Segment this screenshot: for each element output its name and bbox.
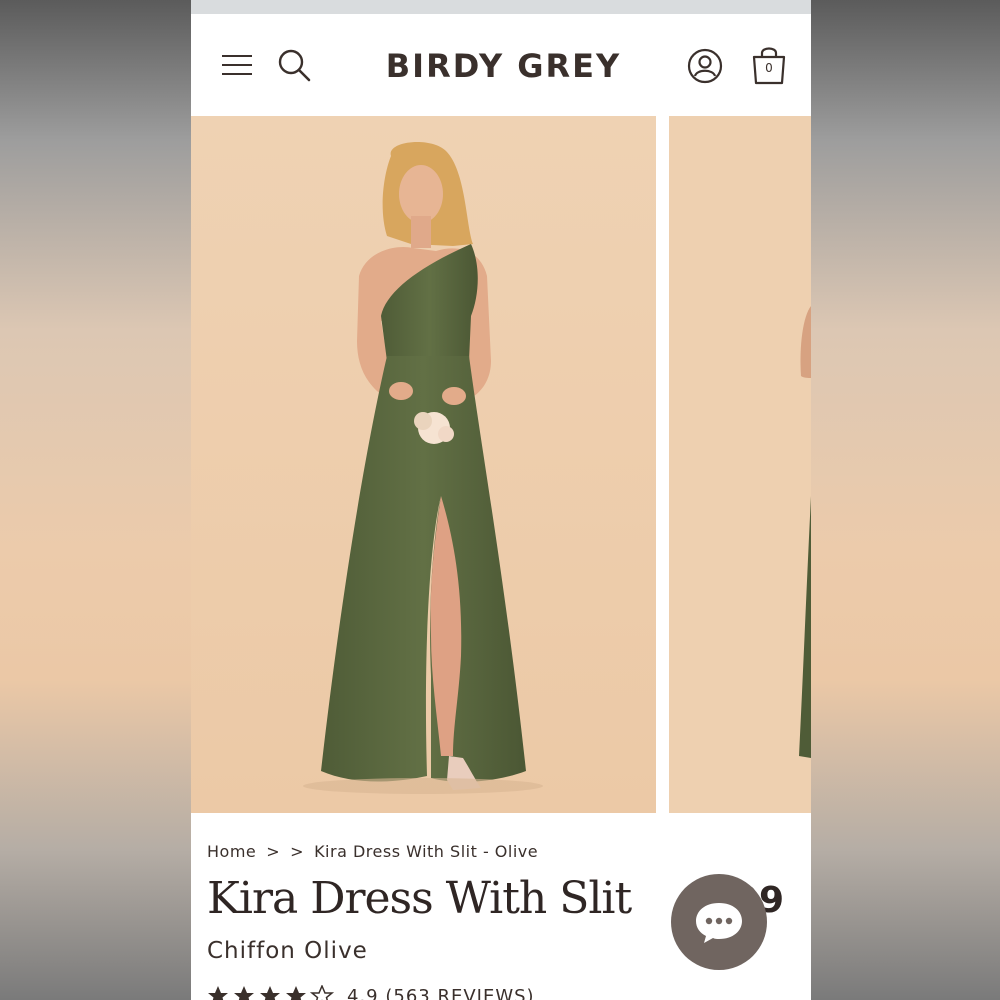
search-icon[interactable] [275, 46, 313, 84]
product-photo-main[interactable] [191, 116, 656, 813]
brand-logo[interactable]: BIRDY GREY [341, 44, 666, 88]
breadcrumb-current: Kira Dress With Slit - Olive [314, 841, 539, 861]
status-strip [191, 0, 811, 14]
hamburger-menu-icon[interactable] [219, 50, 255, 80]
breadcrumb-separator: > [266, 841, 281, 861]
breadcrumb-home-link[interactable]: Home [207, 842, 256, 861]
star-icon [260, 986, 280, 1000]
chat-bubble-icon [696, 903, 742, 943]
product-gallery[interactable] [191, 116, 811, 813]
star-icon [234, 986, 254, 1000]
blurred-backdrop-right [811, 0, 1000, 1000]
product-subtitle: Chiffon Olive [207, 938, 368, 964]
star-outline-icon [309, 985, 335, 1000]
bag-count-badge: 0 [765, 61, 773, 75]
rating-row[interactable]: 4.9 (563 REVIEWS) [207, 985, 535, 1000]
product-photo-next[interactable] [669, 116, 811, 813]
rating-text[interactable]: 4.9 (563 REVIEWS) [347, 986, 535, 1000]
rating-stars [207, 985, 337, 1000]
site-header: BIRDY GREY 0 [191, 14, 811, 116]
breadcrumb-separator: > [290, 841, 305, 861]
blurred-backdrop-left [0, 0, 191, 1000]
account-icon[interactable] [685, 46, 725, 86]
phone-screen: BIRDY GREY 0 Home > > Kira Dress With Sl… [191, 0, 811, 1000]
chat-button[interactable] [671, 874, 767, 970]
breadcrumb: Home > > Kira Dress With Slit - Olive [207, 840, 538, 862]
star-icon [208, 986, 228, 1000]
product-title: Kira Dress With Slit [207, 873, 632, 924]
star-icon [286, 986, 306, 1000]
shopping-bag-icon[interactable]: 0 [747, 42, 791, 88]
